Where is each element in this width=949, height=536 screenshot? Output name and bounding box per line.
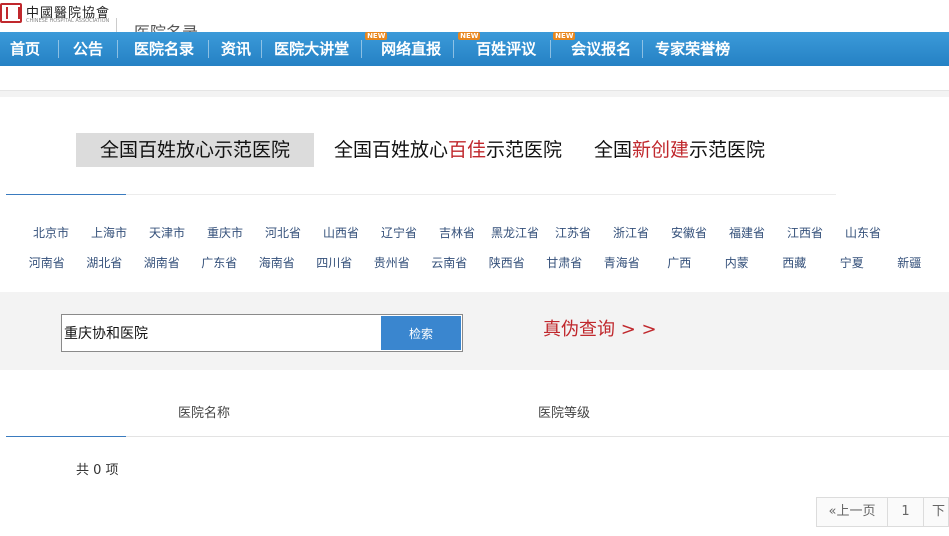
column-underline-active — [6, 436, 126, 437]
province-link[interactable]: 海南省 — [248, 254, 306, 271]
province-link[interactable]: 陕西省 — [478, 254, 536, 271]
province-row-1: 北京市 上海市 天津市 重庆市 河北省 山西省 辽宁省 吉林省 黑龙江省 江苏省 浙江省 安徽省 福建省… — [22, 224, 942, 241]
province-link[interactable]: 北京市 — [22, 224, 80, 241]
province-row-2: 河南省 湖北省 湖南省 广东省 海南省 四川省 贵州省 云南省 陕西省 甘肃省 青海省 广西 内蒙 西藏宁… — [18, 254, 938, 271]
province-link[interactable]: 浙江省 — [602, 224, 660, 241]
province-link[interactable]: 福建省 — [718, 224, 776, 241]
nav-item-label: 网络直报 — [381, 40, 442, 58]
nav-divider — [208, 40, 210, 58]
page-number-button[interactable]: 1 — [888, 497, 924, 527]
tab-label-highlight: 百佳 — [448, 139, 487, 161]
province-link[interactable]: 山西省 — [312, 224, 370, 241]
nav-divider — [117, 40, 119, 58]
verify-link[interactable]: 真伪查询 > > — [543, 315, 657, 341]
new-badge: NEW — [365, 32, 388, 40]
province-link[interactable]: 青海省 — [593, 254, 651, 271]
tab-label-highlight: 新创建 — [632, 139, 690, 161]
province-link[interactable]: 湖北省 — [76, 254, 134, 271]
province-link[interactable]: 广西 — [651, 254, 709, 271]
result-count: 共 0 项 — [76, 463, 119, 478]
nav-item-label: 医院名录 — [134, 40, 195, 58]
tab-label: 全国百姓放心示范医院 — [100, 139, 291, 161]
nav-item-label: 公告 — [73, 40, 104, 58]
province-link[interactable]: 河北省 — [254, 224, 312, 241]
province-link[interactable]: 西藏 — [766, 254, 824, 271]
province-link[interactable]: 江西省 — [776, 224, 834, 241]
nav-divider — [58, 40, 60, 58]
prev-page-button[interactable]: «上一页 — [816, 497, 888, 527]
tab-label-pre: 全国 — [594, 139, 633, 161]
column-header-name: 医院名称 — [178, 406, 231, 421]
tab-underline — [126, 194, 836, 195]
nav-item-label: 资讯 — [221, 40, 252, 58]
nav-item-hospital-list[interactable]: 医院名录 — [134, 32, 194, 66]
nav-item-label: 专家荣誉榜 — [655, 40, 731, 58]
province-link[interactable]: 吉林省 — [428, 224, 486, 241]
search-input[interactable] — [62, 315, 380, 351]
nav-divider — [453, 40, 455, 58]
province-link[interactable]: 新疆 — [881, 254, 939, 271]
province-link[interactable]: 河南省 — [18, 254, 76, 271]
nav-item-news[interactable]: 资讯 — [221, 32, 251, 66]
nav-divider — [550, 40, 552, 58]
search-button[interactable]: 检索 — [381, 316, 461, 350]
province-link[interactable]: 黑龙江省 — [486, 224, 544, 241]
province-link[interactable]: 天津市 — [138, 224, 196, 241]
tab-new-hospital[interactable]: 全国新创建示范医院 — [594, 133, 765, 167]
province-link[interactable]: 贵州省 — [363, 254, 421, 271]
next-page-button[interactable]: 下 — [924, 497, 949, 527]
new-badge: NEW — [458, 32, 481, 40]
search-box: 检索 — [61, 314, 463, 352]
province-link[interactable]: 湖南省 — [133, 254, 191, 271]
nav-item-notice[interactable]: 公告 — [73, 32, 103, 66]
tab-label-post: 示范医院 — [689, 139, 766, 161]
new-badge: NEW — [553, 32, 576, 40]
nav-item-home[interactable]: 首页 — [10, 32, 40, 66]
tab-model-hospital[interactable]: 全国百姓放心示范医院 — [76, 133, 315, 167]
nav-item-label: 首页 — [10, 40, 41, 58]
nav-item-expert-honor[interactable]: 专家荣誉榜 — [655, 32, 730, 66]
nav-item-label: 医院大讲堂 — [274, 40, 350, 58]
nav-item-conference[interactable]: NEW 会议报名 — [553, 32, 632, 66]
province-link[interactable]: 宁夏 — [823, 254, 881, 271]
nav-item-direct-report[interactable]: NEW 网络直报 — [365, 32, 442, 66]
tab-top100-hospital[interactable]: 全国百姓放心百佳示范医院 — [334, 133, 562, 167]
nav-item-label: 百姓评议 — [476, 40, 537, 58]
column-header-level: 医院等级 — [538, 406, 591, 421]
province-link[interactable]: 安徽省 — [660, 224, 718, 241]
logo-emblem-icon — [0, 3, 22, 23]
tab-label-post: 示范医院 — [486, 139, 563, 161]
province-link[interactable]: 上海市 — [80, 224, 138, 241]
tab-underline-active — [6, 194, 126, 195]
column-underline — [126, 436, 949, 437]
logo-subtext: CHINESE HOSPITAL ASSOCIATION — [26, 18, 110, 24]
page-title-peek: 医院名录 — [134, 20, 198, 32]
province-link[interactable]: 广东省 — [191, 254, 249, 271]
nav-divider — [261, 40, 263, 58]
province-link[interactable]: 甘肃省 — [536, 254, 594, 271]
province-link[interactable]: 江苏省 — [544, 224, 602, 241]
province-link[interactable]: 辽宁省 — [370, 224, 428, 241]
province-link[interactable]: 重庆市 — [196, 224, 254, 241]
nav-item-lecture[interactable]: 医院大讲堂 — [274, 32, 349, 66]
nav-divider — [361, 40, 363, 58]
nav-divider — [642, 40, 644, 58]
section-band — [0, 91, 949, 97]
province-link[interactable]: 山东省 — [834, 224, 892, 241]
nav-item-label: 会议报名 — [571, 40, 632, 58]
province-link[interactable]: 内蒙 — [708, 254, 766, 271]
nav-item-public-review[interactable]: NEW 百姓评议 — [458, 32, 537, 66]
tab-label-pre: 全国百姓放心 — [334, 139, 449, 161]
top-header: 中國醫院協會 CHINESE HOSPITAL ASSOCIATION 医院名录 — [0, 0, 949, 32]
main-nav: 首页 公告 医院名录 资讯 医院大讲堂 NEW 网络直报 NEW 百姓评议 NE… — [0, 32, 949, 66]
header-divider — [116, 18, 117, 32]
province-link[interactable]: 云南省 — [421, 254, 479, 271]
province-link[interactable]: 四川省 — [306, 254, 364, 271]
